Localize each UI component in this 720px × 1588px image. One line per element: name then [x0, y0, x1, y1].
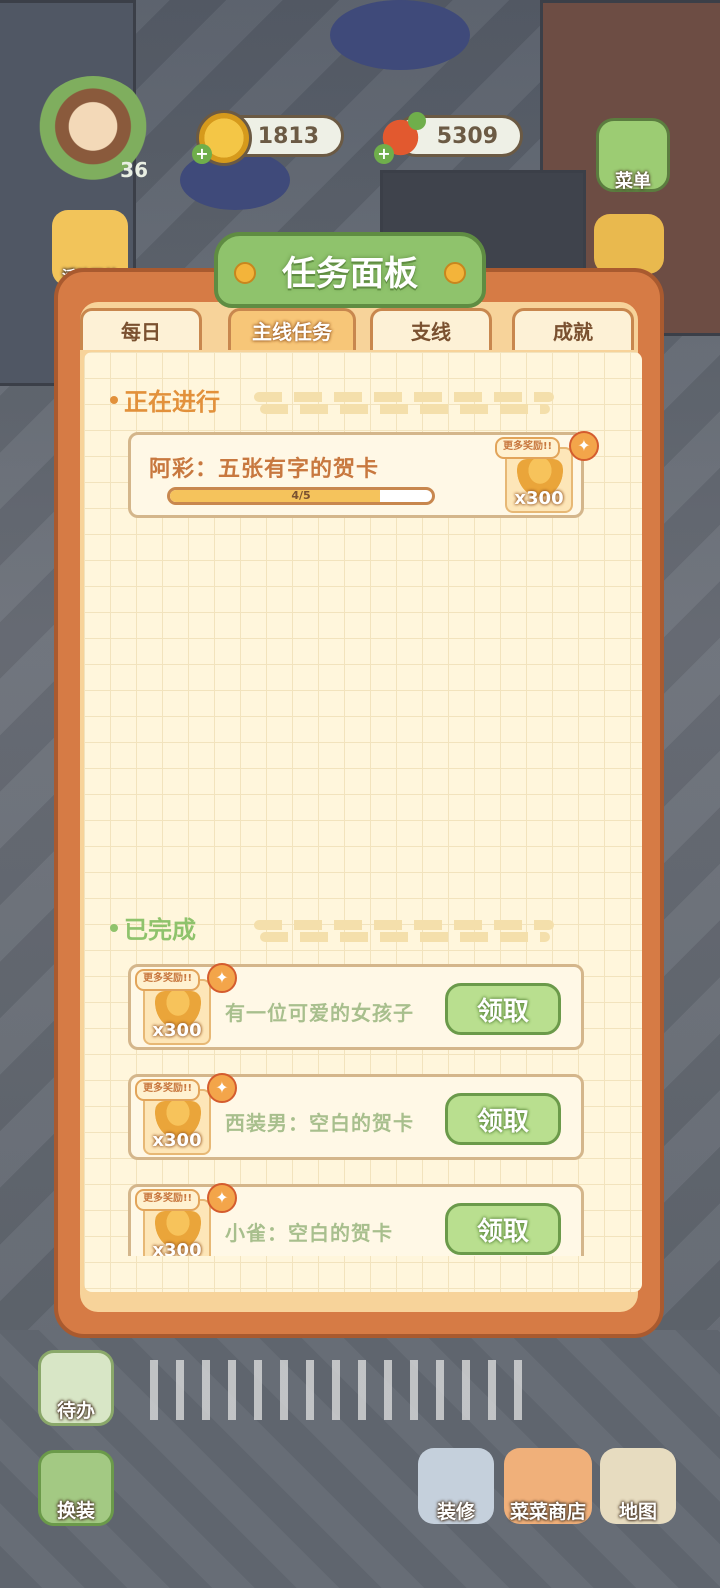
bullet-dot: [110, 395, 118, 404]
player-level: 36: [120, 158, 148, 182]
more-rewards-badge: 更多奖励!!: [135, 1079, 201, 1101]
panel-title: 任务面板: [282, 253, 418, 294]
divider: [254, 920, 554, 930]
sparkle-icon: ✦: [207, 1183, 237, 1213]
tab-side-quest-label: 支线: [411, 320, 451, 344]
divider: [260, 404, 550, 414]
more-rewards-badge: 更多奖励!!: [135, 1189, 201, 1211]
tab-daily[interactable]: 每日: [80, 308, 202, 350]
reward-qty: x300: [152, 1240, 202, 1256]
tab-main-quest[interactable]: 主线任务: [228, 308, 356, 350]
decorate-label: 装修: [436, 1501, 475, 1523]
sparkle-icon: ✦: [207, 1073, 237, 1103]
task-progress-bar: 4/5: [167, 487, 435, 505]
task-title: 有一位可爱的女孩子: [225, 1001, 414, 1025]
map-label: 地图: [618, 1501, 657, 1523]
tab-achievement-label: 成就: [553, 320, 593, 344]
divider: [254, 392, 554, 402]
menu-label: 菜单: [615, 171, 651, 192]
completed-list: x300 更多奖励!! ✦ 有一位可爱的女孩子 领取 x300 更多奖励!! ✦…: [0, 940, 720, 1256]
reward-qty: x300: [514, 488, 564, 509]
task-card-completed[interactable]: x300 更多奖励!! ✦ 西装男：空白的贺卡 领取: [128, 1073, 584, 1160]
add-coin-icon[interactable]: +: [192, 144, 212, 164]
claim-button[interactable]: 领取: [445, 1093, 561, 1145]
add-carrot-icon[interactable]: +: [374, 144, 394, 164]
dress-label: 换装: [56, 1500, 95, 1522]
sparkle-icon: ✦: [207, 963, 237, 993]
in-progress-header-text: 正在进行: [124, 388, 220, 416]
claim-button[interactable]: 领取: [445, 1203, 561, 1255]
progress-text: 4/5: [291, 489, 311, 502]
todo-label: 待办: [56, 1400, 95, 1422]
task-title: 阿彩：五张有字的贺卡: [149, 457, 380, 482]
task-title: 西装男：空白的贺卡: [225, 1111, 414, 1135]
tab-side-quest[interactable]: 支线: [370, 308, 492, 350]
tab-daily-label: 每日: [121, 320, 161, 344]
more-rewards-badge: 更多奖励!!: [495, 437, 561, 459]
reward-qty: x300: [152, 1130, 202, 1151]
reward-qty: x300: [152, 1020, 202, 1041]
more-rewards-badge: 更多奖励!!: [135, 969, 201, 991]
tab-main-quest-label: 主线任务: [252, 320, 332, 344]
bullet-dot: [110, 923, 118, 932]
task-card-completed[interactable]: x300 更多奖励!! ✦ 有一位可爱的女孩子 领取: [128, 963, 584, 1050]
task-card-completed[interactable]: x300 更多奖励!! ✦ 小雀：空白的贺卡 领取: [128, 1183, 584, 1256]
todo-button[interactable]: 待办: [38, 1350, 114, 1426]
tab-achievement[interactable]: 成就: [512, 308, 634, 350]
in-progress-header: 正在进行: [110, 382, 220, 417]
map-button[interactable]: 地图: [600, 1448, 676, 1524]
shop-button[interactable]: 菜菜商店: [504, 1448, 592, 1524]
flower-bush: [330, 0, 470, 70]
player-avatar[interactable]: 36: [34, 76, 152, 188]
claim-button[interactable]: 领取: [445, 983, 561, 1035]
carrot-value: 5309: [436, 123, 498, 149]
task-tabs: 每日 主线任务 支线 成就: [80, 308, 636, 352]
panel-title-banner: 任务面板: [214, 232, 486, 308]
dress-button[interactable]: 换装: [38, 1450, 114, 1526]
sparkle-icon: ✦: [569, 431, 599, 461]
coin-value: 1813: [257, 123, 319, 149]
decorate-button[interactable]: 装修: [418, 1448, 494, 1524]
fence: [150, 1360, 530, 1420]
shop-label: 菜菜商店: [509, 1501, 586, 1523]
menu-button[interactable]: 菜单: [596, 118, 670, 192]
gift-icon[interactable]: [594, 214, 664, 274]
task-card-in-progress[interactable]: 阿彩：五张有字的贺卡 4/5 x300 更多奖励!! ✦: [128, 431, 599, 518]
task-title: 小雀：空白的贺卡: [225, 1221, 393, 1245]
